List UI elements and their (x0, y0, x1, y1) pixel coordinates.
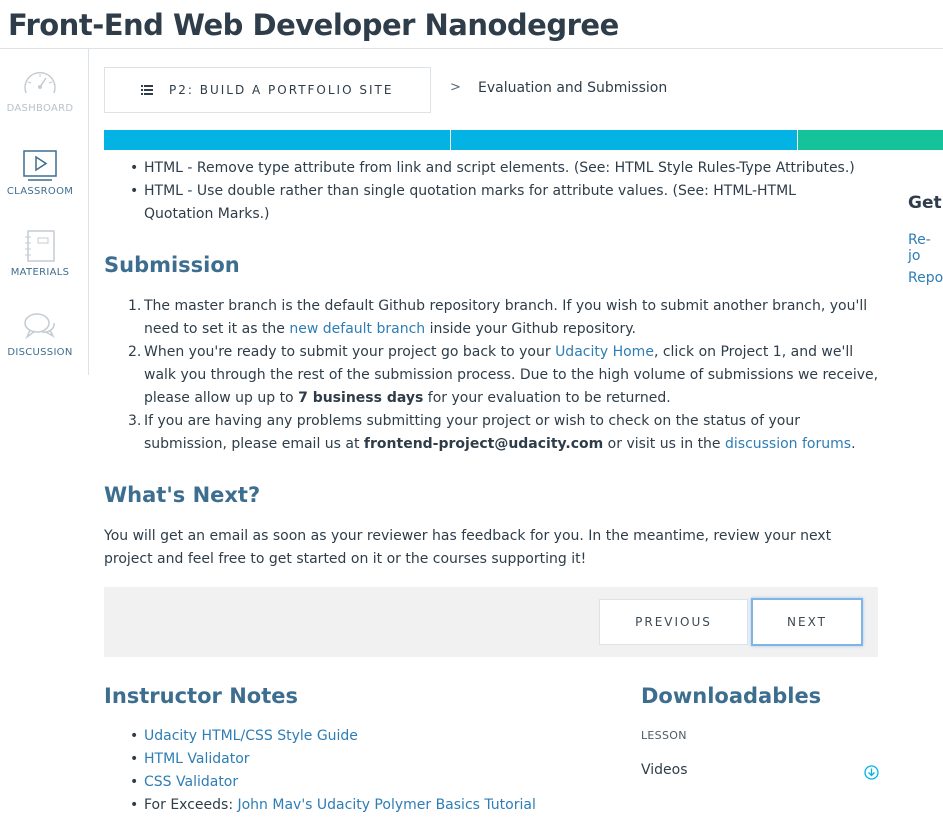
list-item: Udacity HTML/CSS Style Guide (128, 725, 608, 748)
sidebar: DASHBOARD CLASSROOM MATERIALS DISCUSSION (0, 49, 89, 375)
whats-next-text: You will get an email as soon as your re… (104, 528, 832, 567)
sidebar-item-materials[interactable]: MATERIALS (0, 229, 80, 278)
downloadables-heading: Downloadables (641, 684, 822, 708)
list-item: HTML - Remove type attribute from link a… (128, 157, 868, 180)
whats-next-heading: What's Next? (104, 483, 261, 507)
sidebar-item-discussion[interactable]: DISCUSSION (0, 309, 80, 358)
previous-button[interactable]: PREVIOUS (599, 599, 748, 645)
sidebar-item-label: DASHBOARD (6, 103, 74, 114)
udacity-home-link[interactable]: Udacity Home (555, 344, 654, 360)
chat-bubbles-icon (24, 313, 55, 340)
list-item: HTML Validator (128, 748, 608, 771)
gauge-icon (24, 71, 56, 94)
new-default-branch-link[interactable]: new default branch (289, 321, 425, 337)
progress-segment[interactable] (104, 130, 450, 150)
list-item: For Exceeds: John Mav's Udacity Polymer … (128, 794, 608, 817)
list-item: CSS Validator (128, 771, 608, 794)
progress-segment[interactable] (798, 130, 943, 150)
page-title: Front-End Web Developer Nanodegree (8, 8, 619, 42)
instructor-notes-heading: Instructor Notes (104, 684, 298, 708)
title-divider (0, 48, 943, 49)
progress-segment[interactable] (451, 130, 797, 150)
style-rules-list: HTML - Remove type attribute from link a… (128, 157, 868, 226)
sidebar-item-label: CLASSROOM (6, 186, 74, 197)
polymer-tutorial-link[interactable]: John Mav's Udacity Polymer Basics Tutori… (237, 797, 535, 813)
sidebar-item-label: DISCUSSION (7, 347, 73, 358)
list-item: 1. The master branch is the default Githu… (128, 298, 868, 337)
next-button[interactable]: NEXT (751, 598, 863, 646)
lesson-breadcrumb-button[interactable]: P2: BUILD A PORTFOLIO SITE (104, 67, 431, 113)
lesson-label: P2: BUILD A PORTFOLIO SITE (169, 83, 394, 97)
css-validator-link[interactable]: CSS Validator (144, 774, 238, 790)
discussion-forums-link[interactable]: discussion forums (725, 436, 851, 452)
list-item: HTML - Use double rather than single quo… (128, 180, 868, 226)
right-panel-link[interactable]: Re-jo (908, 232, 943, 264)
play-icon (23, 150, 57, 181)
submission-steps: 1. The master branch is the default Githu… (128, 295, 879, 456)
videos-download-label: Videos (641, 762, 688, 778)
list-item: 3. If you are having any problems submitt… (128, 413, 856, 452)
sidebar-item-label: MATERIALS (10, 267, 70, 278)
right-panel-link[interactable]: Repo (908, 270, 943, 286)
download-icon[interactable] (864, 765, 879, 780)
list-icon (141, 85, 153, 95)
list-item: 2. When you're ready to submit your proje… (128, 344, 879, 406)
html-validator-link[interactable]: HTML Validator (144, 751, 250, 767)
sidebar-item-classroom[interactable]: CLASSROOM (0, 148, 80, 197)
style-guide-link[interactable]: Udacity HTML/CSS Style Guide (144, 728, 358, 744)
sidebar-item-dashboard[interactable]: DASHBOARD (0, 65, 80, 114)
submission-heading: Submission (104, 253, 240, 277)
breadcrumb-current: Evaluation and Submission (478, 80, 668, 96)
downloadables-section-label: LESSON (641, 729, 687, 742)
notebook-icon (25, 230, 55, 262)
breadcrumb-separator: > (450, 80, 461, 95)
right-panel-heading: Get (908, 193, 942, 213)
instructor-notes-list: Udacity HTML/CSS Style Guide HTML Valida… (128, 725, 608, 817)
